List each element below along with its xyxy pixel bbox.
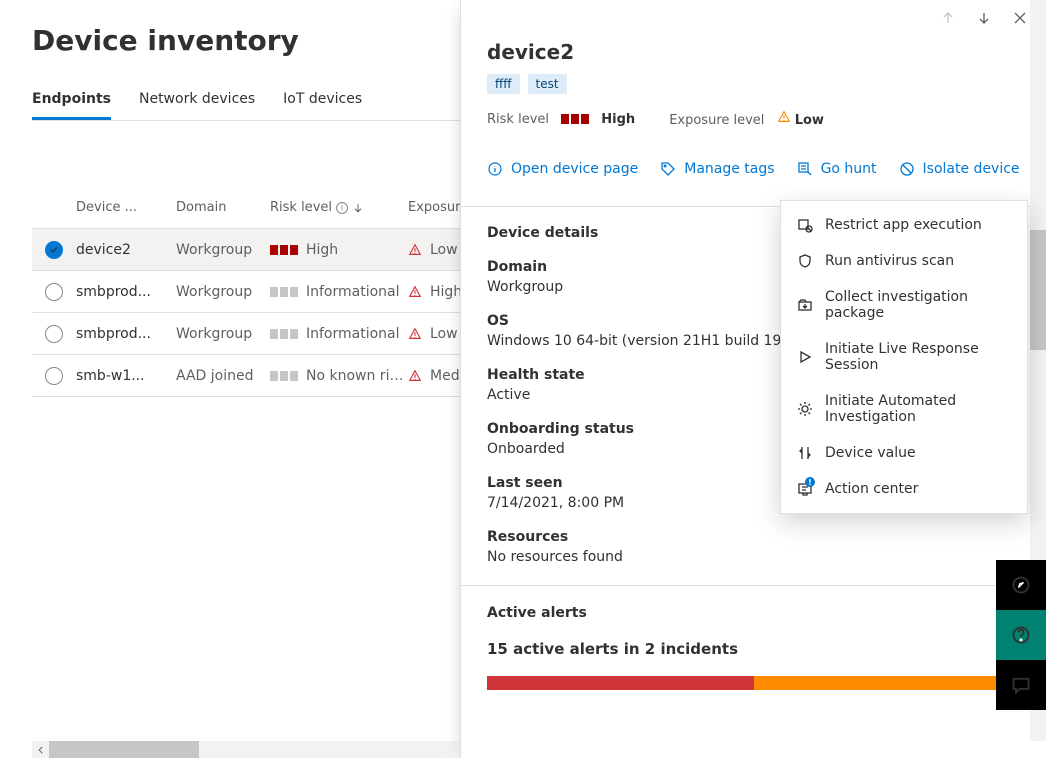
domain-cell: Workgroup <box>176 284 270 300</box>
menu-item-label: Device value <box>825 445 916 461</box>
menu-item-label: Run antivirus scan <box>825 253 954 269</box>
menu-item-label: Action center <box>825 481 918 497</box>
alert-segment <box>487 676 754 690</box>
domain-cell: AAD joined <box>176 368 270 384</box>
info-icon <box>487 161 503 177</box>
device-name-cell: smb-w1... <box>76 368 176 384</box>
menu-item-restrict-app-execution[interactable]: Restrict app execution <box>781 207 1027 243</box>
menu-item-initiate-automated-investigation[interactable]: Initiate Automated Investigation <box>781 383 1027 435</box>
risk-cell: High <box>270 242 408 258</box>
auto-icon <box>797 401 813 417</box>
warning-icon <box>777 110 791 124</box>
go-hunt-button[interactable]: Go hunt <box>797 161 877 177</box>
warning-icon <box>408 285 422 299</box>
device-name-cell: device2 <box>76 242 176 258</box>
tag-icon <box>660 161 676 177</box>
help-ribbon <box>996 560 1046 710</box>
row-checkbox[interactable] <box>45 367 63 385</box>
menu-item-label: Collect investigation package <box>825 289 1011 321</box>
alerts-bar <box>487 676 1020 690</box>
alerts-summary: 15 active alerts in 2 incidents <box>487 640 1020 658</box>
menu-item-collect-investigation-package[interactable]: Collect investigation package <box>781 279 1027 331</box>
feedback-button[interactable] <box>996 660 1046 710</box>
risk-bars-icon <box>270 287 298 297</box>
device-name-cell: smbprod... <box>76 326 176 342</box>
device-details-panel: device2 ffff test Risk level High Exposur… <box>460 0 1046 758</box>
row-checkbox[interactable] <box>45 325 63 343</box>
active-alerts-section-title: Active alerts <box>487 605 587 621</box>
panel-prev-button[interactable] <box>940 10 956 30</box>
panel-close-button[interactable] <box>1012 10 1028 30</box>
play-icon <box>797 349 813 365</box>
block-icon <box>899 161 915 177</box>
value-icon <box>797 445 813 461</box>
tab-iot-devices[interactable]: IoT devices <box>283 85 362 120</box>
open-device-page-button[interactable]: Open device page <box>487 161 638 177</box>
scrollbar-thumb[interactable] <box>1030 230 1046 350</box>
badge-icon: ! <box>805 477 815 487</box>
panel-action-row: Open device page Manage tags Go hunt Iso… <box>487 152 1020 186</box>
restrict-icon <box>797 217 813 233</box>
risk-cell: No known risks.. <box>270 368 408 384</box>
risk-bars-icon <box>270 371 298 381</box>
field-label: Resources <box>487 529 1020 545</box>
device-name-heading: device2 <box>487 40 1020 64</box>
risk-cell: Informational <box>270 326 408 342</box>
menu-item-action-center[interactable]: Action center! <box>781 471 1027 507</box>
device-name-cell: smbprod... <box>76 284 176 300</box>
warning-icon <box>408 327 422 341</box>
menu-item-label: Restrict app execution <box>825 217 982 233</box>
collect-icon <box>797 297 813 313</box>
risk-bars-icon <box>561 114 589 124</box>
risk-level-meta: Risk level High <box>487 112 635 127</box>
tag-chip[interactable]: test <box>528 74 567 94</box>
row-checkbox[interactable] <box>45 241 63 259</box>
panel-next-button[interactable] <box>976 10 992 30</box>
menu-item-label: Initiate Live Response Session <box>825 341 1011 373</box>
menu-item-initiate-live-response-session[interactable]: Initiate Live Response Session <box>781 331 1027 383</box>
exposure-level-meta: Exposure level Low <box>669 110 824 128</box>
more-actions-menu: Restrict app execution Run antivirus scan… <box>780 200 1028 514</box>
warning-icon <box>408 243 422 257</box>
menu-item-device-value[interactable]: Device value <box>781 435 1027 471</box>
tab-network-devices[interactable]: Network devices <box>139 85 255 120</box>
shield-icon <box>797 253 813 269</box>
warning-icon <box>408 369 422 383</box>
risk-bars-icon <box>270 245 298 255</box>
menu-item-run-antivirus-scan[interactable]: Run antivirus scan <box>781 243 1027 279</box>
col-risk[interactable]: Risk level i <box>270 200 408 215</box>
field-value: No resources found <box>487 549 1020 565</box>
risk-bars-icon <box>270 329 298 339</box>
menu-item-label: Initiate Automated Investigation <box>825 393 1011 425</box>
scroll-left-button[interactable] <box>32 741 49 758</box>
hunt-icon <box>797 161 813 177</box>
alert-segment <box>754 676 1021 690</box>
risk-cell: Informational <box>270 284 408 300</box>
isolate-device-button[interactable]: Isolate device <box>899 161 1020 177</box>
domain-cell: Workgroup <box>176 326 270 342</box>
col-domain[interactable]: Domain <box>176 200 270 215</box>
row-checkbox[interactable] <box>45 283 63 301</box>
tab-endpoints[interactable]: Endpoints <box>32 85 111 120</box>
domain-cell: Workgroup <box>176 242 270 258</box>
tag-chip[interactable]: ffff <box>487 74 520 94</box>
info-icon: i <box>336 202 348 214</box>
compass-button[interactable] <box>996 560 1046 610</box>
col-device[interactable]: Device ... <box>76 200 176 215</box>
scrollbar-thumb[interactable] <box>49 741 199 758</box>
tag-list: ffff test <box>487 74 1020 94</box>
manage-tags-button[interactable]: Manage tags <box>660 161 774 177</box>
help-button[interactable] <box>996 610 1046 660</box>
